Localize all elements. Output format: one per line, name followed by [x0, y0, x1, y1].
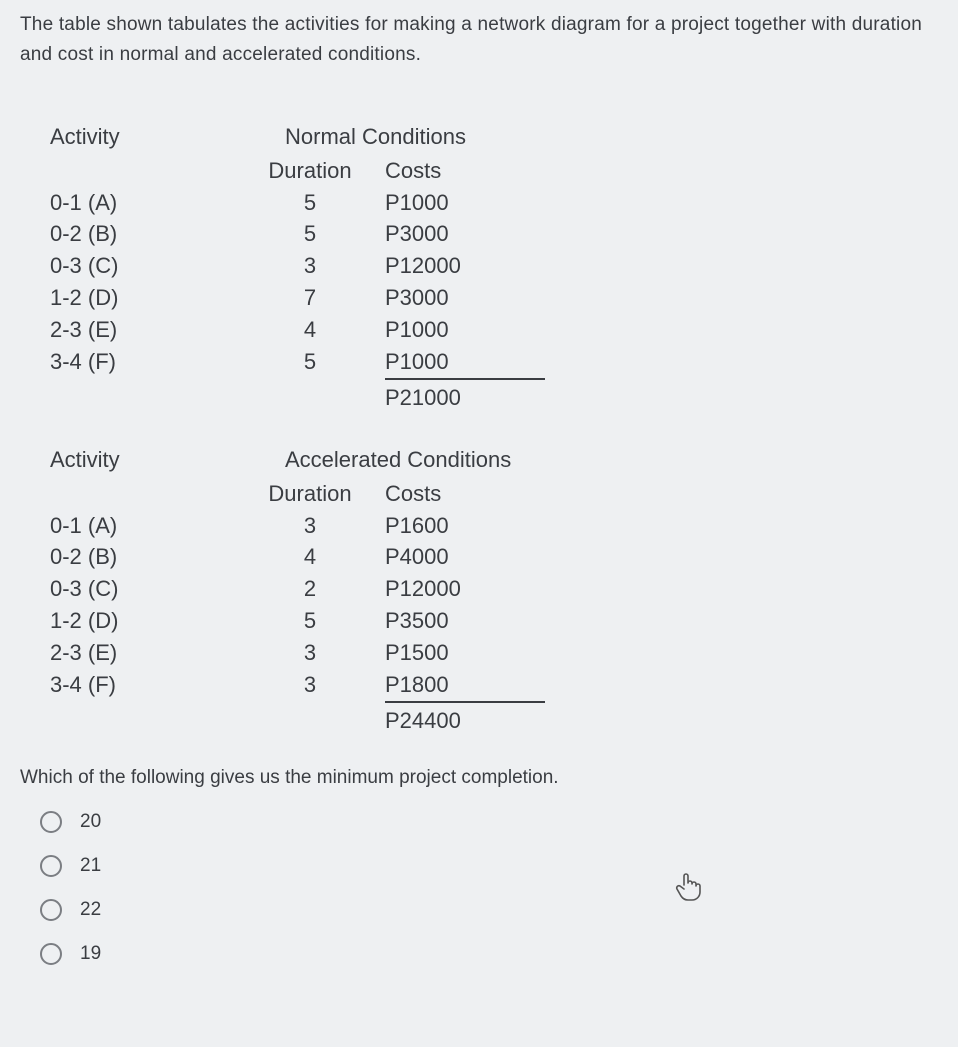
duration-cell: 3 — [235, 637, 385, 669]
option-label: 19 — [80, 943, 101, 965]
question-text: Which of the following gives us the mini… — [20, 767, 938, 789]
activity-cell: 3-4 (F) — [50, 346, 235, 378]
duration-cell: 5 — [235, 187, 385, 219]
total-row: P24400 — [50, 701, 938, 737]
activity-cell: 1-2 (D) — [50, 282, 235, 314]
table-row: 0-3 (C) 3 P12000 — [50, 250, 938, 282]
duration-cell: 4 — [235, 314, 385, 346]
duration-cell: 2 — [235, 573, 385, 605]
duration-cell: 5 — [235, 218, 385, 250]
table-row: 2-3 (E) 3 P1500 — [50, 637, 938, 669]
header-costs: Costs — [385, 155, 545, 187]
activity-cell: 0-2 (B) — [50, 541, 235, 573]
table-row: 2-3 (E) 4 P1000 — [50, 314, 938, 346]
table-row: 0-1 (A) 3 P1600 — [50, 510, 938, 542]
activity-cell: 2-3 (E) — [50, 314, 235, 346]
cost-cell: P1000 — [385, 187, 545, 219]
activity-cell: 0-2 (B) — [50, 218, 235, 250]
radio-icon — [40, 855, 62, 877]
table-row: 1-2 (D) 7 P3000 — [50, 282, 938, 314]
duration-cell: 5 — [235, 346, 385, 378]
option-label: 22 — [80, 899, 101, 921]
cost-cell: P1000 — [385, 346, 545, 378]
activity-cell: 3-4 (F) — [50, 669, 235, 701]
normal-conditions-table: Activity Normal Conditions Duration Cost… — [50, 121, 938, 414]
cost-cell: P4000 — [385, 541, 545, 573]
normal-conditions-title: Normal Conditions — [285, 121, 466, 153]
header-costs: Costs — [385, 478, 545, 510]
table-row: 3-4 (F) 3 P1800 — [50, 669, 938, 701]
activity-cell: 0-3 (C) — [50, 573, 235, 605]
table-row: 0-1 (A) 5 P1000 — [50, 187, 938, 219]
accelerated-conditions-title: Accelerated Conditions — [285, 444, 511, 476]
hand-cursor-icon — [675, 870, 703, 909]
duration-cell: 4 — [235, 541, 385, 573]
option-label: 20 — [80, 811, 101, 833]
duration-cell: 5 — [235, 605, 385, 637]
cost-cell: P12000 — [385, 250, 545, 282]
duration-cell: 7 — [235, 282, 385, 314]
duration-cell: 3 — [235, 669, 385, 701]
header-activity: Activity — [50, 121, 235, 153]
table-row: 1-2 (D) 5 P3500 — [50, 605, 938, 637]
answer-option-19[interactable]: 19 — [40, 943, 938, 965]
header-activity: Activity — [50, 444, 235, 476]
answer-option-22[interactable]: 22 — [40, 899, 938, 921]
table-row: 0-2 (B) 4 P4000 — [50, 541, 938, 573]
activity-cell: 2-3 (E) — [50, 637, 235, 669]
cost-cell: P3000 — [385, 282, 545, 314]
activity-cell: 0-1 (A) — [50, 187, 235, 219]
activity-cell: 0-1 (A) — [50, 510, 235, 542]
option-label: 21 — [80, 855, 101, 877]
activity-cell: 1-2 (D) — [50, 605, 235, 637]
cost-cell: P1500 — [385, 637, 545, 669]
answer-option-21[interactable]: 21 — [40, 855, 938, 877]
header-duration: Duration — [235, 155, 385, 187]
total-row: P21000 — [50, 378, 938, 414]
radio-icon — [40, 899, 62, 921]
cost-cell: P3500 — [385, 605, 545, 637]
radio-icon — [40, 811, 62, 833]
radio-icon — [40, 943, 62, 965]
intro-text: The table shown tabulates the activities… — [20, 10, 938, 71]
activity-cell: 0-3 (C) — [50, 250, 235, 282]
total-cost: P24400 — [385, 701, 545, 737]
answer-option-20[interactable]: 20 — [40, 811, 938, 833]
cost-cell: P12000 — [385, 573, 545, 605]
answer-options: 20 21 22 19 — [40, 811, 938, 965]
accelerated-conditions-table: Activity Accelerated Conditions Duration… — [50, 444, 938, 737]
table-row: 3-4 (F) 5 P1000 — [50, 346, 938, 378]
total-cost: P21000 — [385, 378, 545, 414]
duration-cell: 3 — [235, 510, 385, 542]
duration-cell: 3 — [235, 250, 385, 282]
header-duration: Duration — [235, 478, 385, 510]
table-row: 0-2 (B) 5 P3000 — [50, 218, 938, 250]
cost-cell: P1000 — [385, 314, 545, 346]
cost-cell: P1600 — [385, 510, 545, 542]
cost-cell: P3000 — [385, 218, 545, 250]
cost-cell: P1800 — [385, 669, 545, 701]
table-row: 0-3 (C) 2 P12000 — [50, 573, 938, 605]
